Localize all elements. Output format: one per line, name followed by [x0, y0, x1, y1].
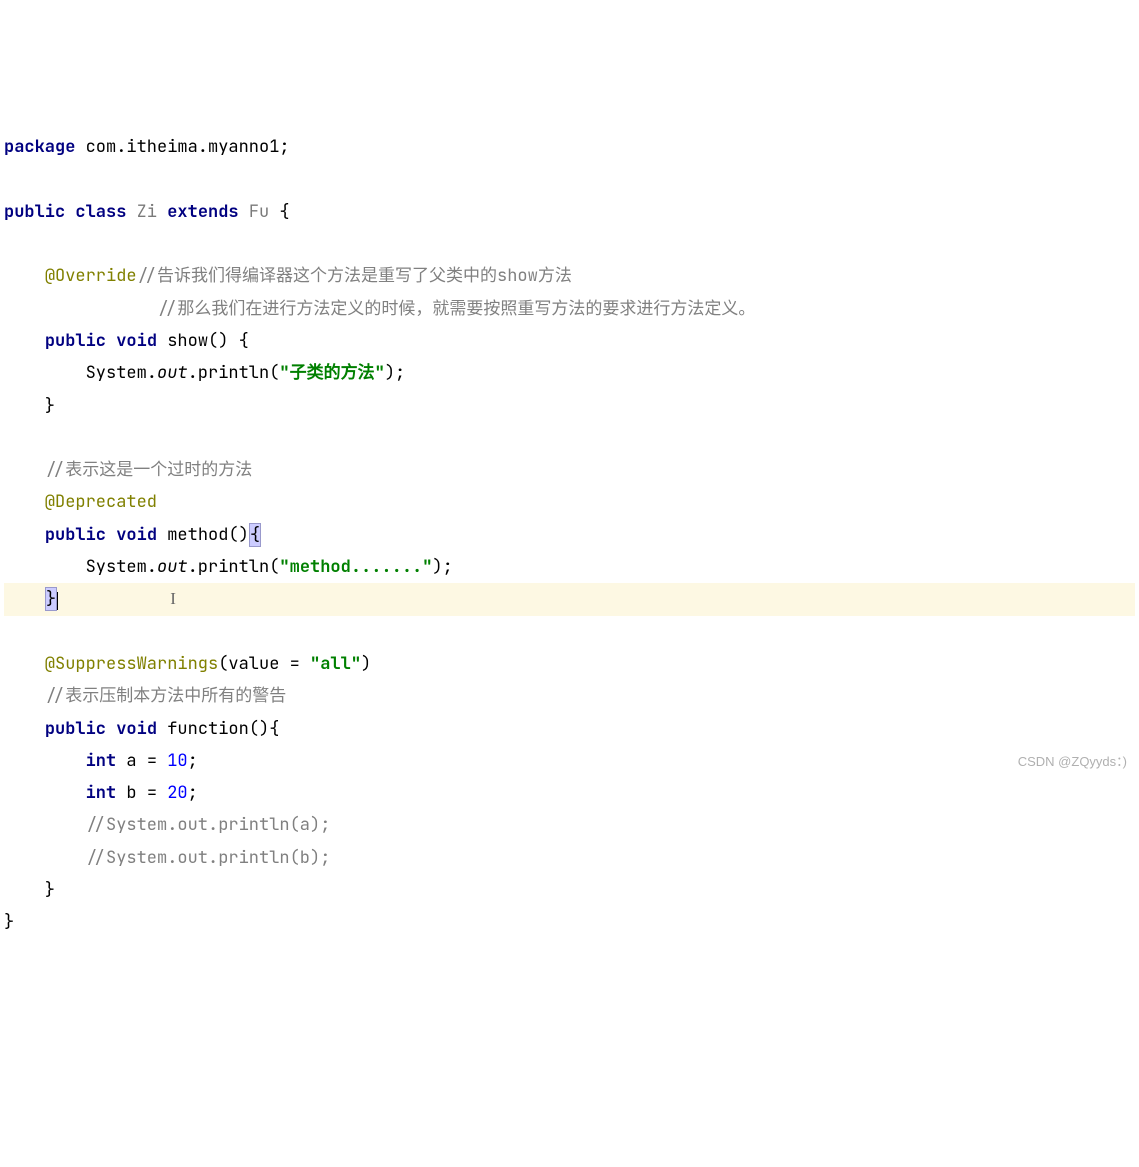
code-line-12: @Deprecated	[4, 491, 157, 513]
comment-text: //System.out.println(a);	[4, 814, 330, 836]
matched-brace: {	[249, 523, 261, 547]
comment-text: //表示这是一个过时的方法	[4, 459, 252, 481]
comment-text: //那么我们在进行方法定义的时候，就需要按照重写方法的要求进行方法定义。	[157, 298, 755, 320]
package-name: com.itheima.myanno1;	[75, 136, 289, 158]
open-brace: {	[269, 201, 289, 223]
code-line-1: package com.itheima.myanno1;	[4, 136, 290, 158]
close-brace: }	[4, 879, 55, 901]
code-line-24: }	[4, 879, 55, 901]
method-method: method()	[157, 524, 249, 546]
close-brace: }	[4, 911, 14, 933]
keyword-public: public	[45, 524, 106, 546]
watermark-text: CSDN @ZQyyds：)	[1018, 750, 1127, 775]
keyword-public: public	[45, 718, 106, 740]
keyword-int: int	[86, 750, 117, 772]
string-literal: "子类的方法"	[279, 362, 384, 384]
string-literal: "method......."	[279, 556, 432, 578]
code-line-22: //System.out.println(a);	[4, 814, 330, 836]
close-paren: )	[361, 653, 371, 675]
code-line-17: @SuppressWarnings(value = "all")	[4, 653, 371, 675]
string-literal: "all"	[310, 653, 361, 675]
code-line-19: public void function(){	[4, 718, 279, 740]
code-line-18: //表示压制本方法中所有的警告	[4, 685, 286, 707]
println-call: .println(	[188, 362, 280, 384]
code-line-13: public void method(){	[4, 523, 261, 547]
line-end: );	[385, 362, 405, 384]
system-prefix: System.	[4, 362, 157, 384]
line-end: );	[432, 556, 452, 578]
number-literal: 20	[167, 782, 187, 804]
code-line-8: System.out.println("子类的方法");	[4, 362, 405, 384]
semicolon: ;	[188, 782, 198, 804]
var-a: a =	[116, 750, 167, 772]
number-literal: 10	[167, 750, 187, 772]
method-function: function(){	[157, 718, 279, 740]
class-name-fu: Fu	[249, 201, 269, 223]
annotation-override: @Override	[45, 265, 137, 287]
close-brace: }	[4, 395, 55, 417]
text-cursor	[57, 592, 58, 610]
code-line-3: public class Zi extends Fu {	[4, 201, 290, 223]
field-out: out	[157, 362, 188, 384]
code-line-11: //表示这是一个过时的方法	[4, 459, 252, 481]
code-line-23: //System.out.println(b);	[4, 847, 330, 869]
method-show: show() {	[157, 330, 249, 352]
code-line-21: int b = 20;	[4, 782, 198, 804]
comment-text: //表示压制本方法中所有的警告	[4, 685, 286, 707]
keyword-void: void	[116, 330, 157, 352]
keyword-void: void	[116, 718, 157, 740]
annotation-suppresswarnings: @SuppressWarnings	[4, 653, 218, 675]
system-prefix: System.	[4, 556, 157, 578]
keyword-void: void	[116, 524, 157, 546]
semicolon: ;	[188, 750, 198, 772]
code-editor[interactable]: package com.itheima.myanno1; public clas…	[4, 131, 1135, 938]
code-line-14: System.out.println("method.......");	[4, 556, 453, 578]
code-line-6: //那么我们在进行方法定义的时候，就需要按照重写方法的要求进行方法定义。	[4, 298, 755, 320]
class-name-zi: Zi	[137, 201, 157, 223]
keyword-package: package	[4, 136, 75, 158]
code-line-25: }	[4, 911, 14, 933]
keyword-public: public	[4, 201, 65, 223]
annotation-deprecated: @Deprecated	[4, 491, 157, 513]
keyword-extends: extends	[167, 201, 238, 223]
comment-text: //告诉我们得编译器这个方法是重写了父类中的show方法	[137, 265, 572, 287]
field-out: out	[157, 556, 188, 578]
println-call: .println(	[188, 556, 280, 578]
code-line-5: @Override//告诉我们得编译器这个方法是重写了父类中的show方法	[4, 265, 572, 287]
code-line-20: int a = 10;	[4, 750, 198, 772]
current-line-highlight: } I	[4, 583, 1135, 615]
mouse-cursor-icon: I	[170, 583, 176, 615]
keyword-public: public	[45, 330, 106, 352]
anno-args: (value =	[218, 653, 310, 675]
keyword-int: int	[86, 782, 117, 804]
matched-brace: }	[45, 587, 57, 611]
comment-text: //System.out.println(b);	[4, 847, 330, 869]
code-line-7: public void show() {	[4, 330, 249, 352]
var-b: b =	[116, 782, 167, 804]
code-line-9: }	[4, 395, 55, 417]
keyword-class: class	[75, 201, 126, 223]
